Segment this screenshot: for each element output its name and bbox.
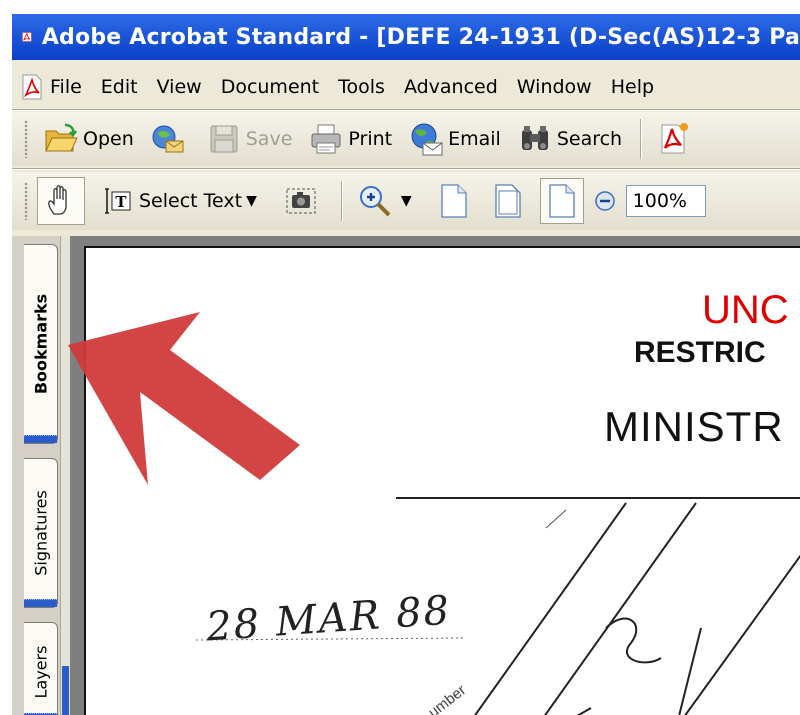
document-icon[interactable]	[20, 74, 44, 100]
tab-signatures[interactable]: Signatures	[24, 458, 58, 608]
acrobat-app-icon	[22, 32, 32, 42]
svg-text:T: T	[115, 193, 127, 211]
zoom-out-icon[interactable]	[594, 190, 616, 212]
open-label: Open	[83, 128, 134, 150]
zoom-level-field[interactable]: 100%	[625, 185, 706, 217]
select-text-label: Select Text	[139, 190, 243, 212]
menu-edit[interactable]: Edit	[101, 76, 138, 98]
hand-icon	[48, 185, 67, 215]
floppy-disk-icon	[210, 125, 238, 153]
window-title: Adobe Acrobat Standard - [DEFE 24-1931 (…	[41, 24, 800, 50]
toolbar-separator	[640, 119, 643, 159]
camera-icon	[286, 188, 316, 214]
toolbar-divider	[12, 168, 800, 170]
stamp-lines	[195, 497, 800, 715]
toolbar-grip[interactable]	[24, 120, 29, 158]
menu-tools[interactable]: Tools	[338, 76, 385, 98]
menu-bar: File Edit View Document Tools Advanced W…	[12, 67, 800, 107]
save-label: Save	[245, 128, 293, 150]
actual-size-button[interactable]	[432, 178, 476, 224]
tab-bookmarks-label: Bookmarks	[31, 293, 50, 395]
create-pdf-button[interactable]	[650, 118, 702, 160]
toolbar-grip[interactable]	[24, 182, 29, 220]
fit-page-icon	[495, 184, 521, 218]
tab-bookmarks[interactable]: Bookmarks	[24, 244, 58, 444]
printer-icon	[311, 124, 341, 154]
menu-window[interactable]: Window	[517, 76, 592, 98]
tab-indicator	[24, 435, 57, 443]
pdf-page[interactable]: UNC RESTRIC MINISTR 28 MAR 88 umber	[84, 246, 800, 715]
select-text-dropdown[interactable]: ▼	[246, 193, 257, 209]
page-icon	[441, 184, 467, 218]
binoculars-icon	[521, 126, 548, 150]
text-cursor-icon: T	[105, 188, 131, 214]
print-label: Print	[348, 128, 393, 150]
zoom-in-tool[interactable]: ▼	[351, 180, 428, 222]
tab-signatures-label: Signatures	[31, 490, 50, 576]
snapshot-tool[interactable]	[277, 180, 329, 222]
file-toolbar: Open Save Print Email Search	[12, 112, 800, 166]
toolbar-separator	[340, 181, 343, 221]
menu-view[interactable]: View	[157, 76, 202, 98]
title-bar[interactable]: Adobe Acrobat Standard - [DEFE 24-1931 (…	[12, 14, 800, 60]
save-button[interactable]: Save	[200, 118, 299, 160]
navigation-pane: Bookmarks Signatures Layers	[12, 236, 70, 715]
search-label: Search	[556, 128, 623, 150]
organizer-button[interactable]	[144, 118, 196, 160]
fit-width-icon	[549, 184, 575, 218]
email-globe-icon	[411, 123, 443, 156]
print-button[interactable]: Print	[302, 118, 398, 160]
select-text-tool[interactable]: T Select Text ▼	[93, 180, 273, 222]
magnifier-icon	[359, 186, 391, 217]
create-pdf-icon	[661, 123, 689, 154]
email-button[interactable]: Email	[402, 118, 507, 160]
menu-help[interactable]: Help	[611, 76, 654, 98]
tab-layers-label: Layers	[31, 645, 50, 699]
zoom-tool-dropdown[interactable]: ▼	[401, 193, 412, 209]
organizer-icon	[152, 125, 184, 153]
open-button[interactable]: Open	[37, 118, 140, 160]
hand-tool-button[interactable]	[37, 177, 85, 225]
folder-open-icon	[45, 123, 78, 152]
menu-divider	[12, 109, 800, 111]
document-area[interactable]: UNC RESTRIC MINISTR 28 MAR 88 umber	[70, 236, 800, 715]
menu-file[interactable]: File	[50, 76, 82, 98]
search-button[interactable]: Search	[511, 118, 628, 160]
email-label: Email	[448, 128, 501, 150]
nav-scrollbar[interactable]	[60, 236, 70, 715]
tab-layers[interactable]: Layers	[24, 622, 58, 715]
tab-indicator	[24, 599, 57, 607]
nav-scroll-thumb[interactable]	[62, 666, 69, 715]
fit-width-button[interactable]	[539, 178, 584, 224]
menu-document[interactable]: Document	[221, 76, 319, 98]
basic-toolbar: T Select Text ▼ ▼ 100%	[12, 172, 800, 230]
acrobat-window: Adobe Acrobat Standard - [DEFE 24-1931 (…	[12, 14, 800, 715]
menu-advanced[interactable]: Advanced	[404, 76, 498, 98]
fit-page-button[interactable]	[486, 178, 530, 224]
